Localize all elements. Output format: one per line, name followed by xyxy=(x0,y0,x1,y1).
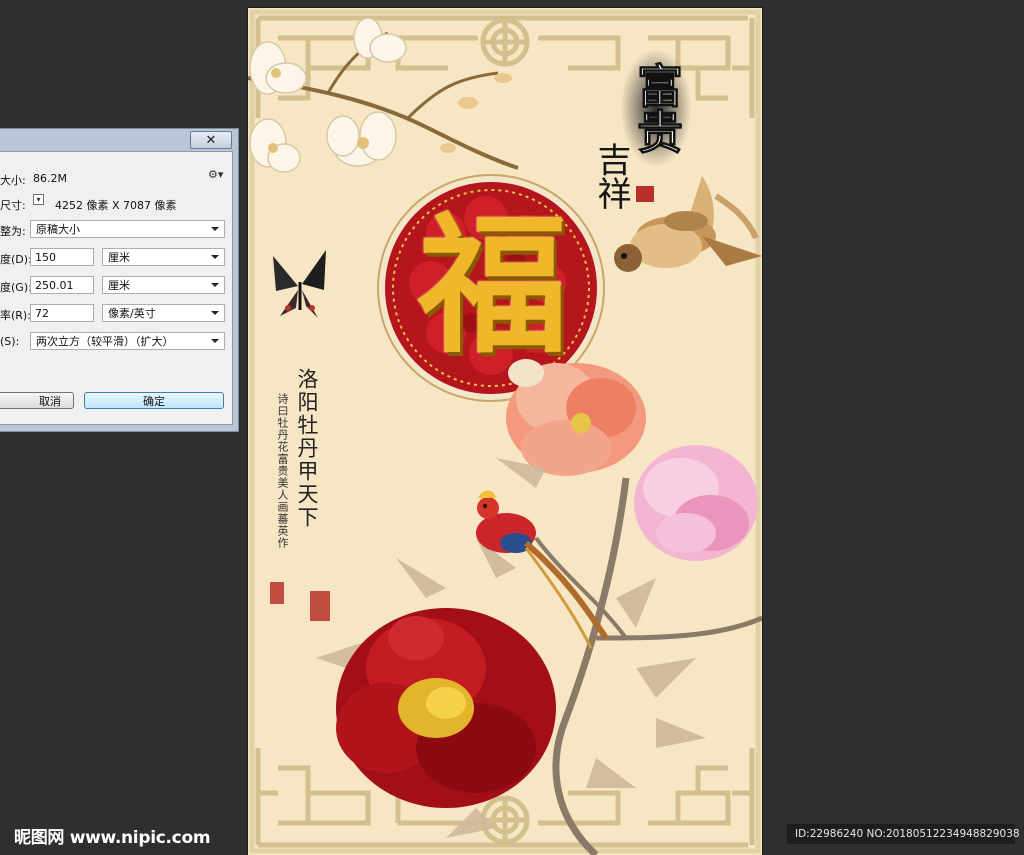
poem-body-calligraphy: 诗曰牡丹花富贵美人画蕃英作 xyxy=(276,393,289,549)
dimensions-value: 4252 像素 X 7087 像素 xyxy=(55,199,177,212)
height-label: 度(G): xyxy=(0,281,32,294)
image-size-dialog: ✕ 大小: 86.2M ⚙▾ 尺寸: ▾ 4252 像素 X 7087 像素 整… xyxy=(0,128,239,432)
file-size-value: 86.2M xyxy=(33,172,67,185)
cancel-button-label: 取消 xyxy=(39,394,61,408)
resolution-input[interactable]: 72 xyxy=(30,304,94,322)
dimensions-label: 尺寸: xyxy=(0,199,26,212)
chevron-down-icon xyxy=(211,255,219,259)
site-watermark: 昵图网 www.nipic.com xyxy=(14,828,211,848)
resolution-unit-select[interactable]: 像素/英寸 xyxy=(102,304,225,322)
height-unit-select[interactable]: 厘米 xyxy=(102,276,225,294)
chevron-down-icon xyxy=(211,311,219,315)
resolution-label: 率(R): xyxy=(0,309,31,322)
resample-label: (S): xyxy=(0,335,20,348)
fit-to-label: 整为: xyxy=(0,225,26,238)
sparrow-illustration xyxy=(614,176,762,272)
chevron-down-icon xyxy=(211,283,219,287)
height-unit-value: 厘米 xyxy=(108,279,130,292)
chevron-down-icon xyxy=(211,339,219,343)
dialog-body: 大小: 86.2M ⚙▾ 尺寸: ▾ 4252 像素 X 7087 像素 整为:… xyxy=(0,151,233,425)
width-input[interactable]: 150 xyxy=(30,248,94,266)
fit-to-select[interactable]: 原稿大小 xyxy=(30,220,225,238)
ok-button[interactable]: 确定 xyxy=(84,392,224,409)
dimensions-dropdown-toggle[interactable]: ▾ xyxy=(33,194,44,205)
resample-select[interactable]: 两次立方（较平滑）（扩大） xyxy=(30,332,225,350)
butterfly-illustration xyxy=(273,250,326,318)
cancel-button[interactable]: 取消 xyxy=(0,392,74,409)
width-unit-select[interactable]: 厘米 xyxy=(102,248,225,266)
close-button[interactable]: ✕ xyxy=(190,131,232,149)
dialog-titlebar[interactable]: ✕ xyxy=(0,129,238,151)
width-label: 度(D): xyxy=(0,253,32,266)
peony-pheasant-illustration xyxy=(316,359,762,855)
seal-stamp xyxy=(270,582,284,604)
chevron-down-icon xyxy=(211,227,219,231)
file-size-label: 大小: xyxy=(0,174,26,187)
width-unit-value: 厘米 xyxy=(108,251,130,264)
resample-value: 两次立方（较平滑）（扩大） xyxy=(36,335,174,348)
fit-to-value: 原稿大小 xyxy=(36,223,80,236)
image-id-watermark: ID:22986240 NO:20180512234948829038 xyxy=(787,824,1020,844)
height-input[interactable]: 250.01 xyxy=(30,276,94,294)
resolution-unit-value: 像素/英寸 xyxy=(108,307,156,320)
artwork-canvas: 富贵 吉祥 福 洛阳牡丹甲天下 诗曰牡丹花富贵美人画蕃英作 xyxy=(248,8,762,855)
gear-icon[interactable]: ⚙▾ xyxy=(208,168,223,181)
